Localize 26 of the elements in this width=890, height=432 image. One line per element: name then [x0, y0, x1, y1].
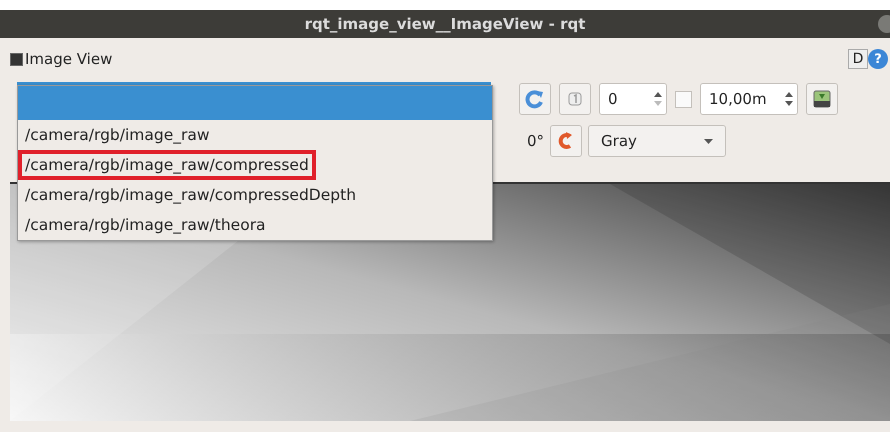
dropdown-option[interactable]: /camera/rgb/image_raw/compressedDepth	[18, 180, 492, 210]
color-dropdown[interactable]: Gray	[588, 125, 726, 157]
option-label: /camera/rgb/image_raw/theora	[24, 215, 267, 236]
plugin-title: Image View	[25, 50, 112, 68]
option-label: /camera/rgb/image_raw	[24, 125, 211, 146]
one-icon	[567, 91, 583, 107]
rotate-button[interactable]	[550, 125, 582, 157]
frame-spinbox[interactable]: 0	[599, 83, 667, 115]
save-icon	[812, 89, 832, 109]
refresh-icon	[525, 89, 545, 109]
d-button[interactable]: D	[848, 49, 868, 69]
help-button[interactable]: ?	[868, 49, 888, 69]
caret-icon	[704, 138, 714, 144]
dropdown-option[interactable]: /camera/rgb/image_raw/compressed	[18, 150, 492, 180]
square-icon	[10, 52, 23, 66]
rotation-label: 0°	[527, 132, 544, 150]
timeout-spinbox[interactable]: 10,00m	[700, 83, 798, 115]
window-title: rqt_image_view__ImageView - rqt	[304, 15, 586, 33]
zoom-one-button[interactable]	[559, 83, 591, 115]
checkbox[interactable]	[675, 90, 692, 108]
dropdown-option[interactable]: /camera/rgb/image_raw	[18, 120, 492, 150]
save-button[interactable]	[806, 83, 838, 115]
option-label: /camera/rgb/image_raw/compressed	[18, 150, 316, 180]
dropdown-option[interactable]: /camera/rgb/image_raw/theora	[18, 210, 492, 240]
option-label: /camera/rgb/image_raw/compressedDepth	[24, 185, 358, 206]
refresh-button[interactable]	[519, 83, 551, 115]
